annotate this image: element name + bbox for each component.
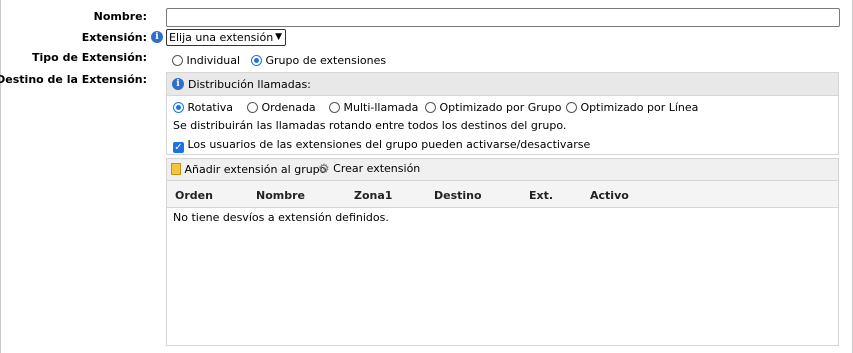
destino-extension-label: Destino de la Extensión: [0,73,147,86]
add-extension-button[interactable]: Añadir extensión al grupo [171,163,326,176]
radio-grupo-label: Grupo de extensiones [265,54,387,67]
radio-multillamada-label: Multi-llamada [343,101,419,114]
tipo-extension-label: Tipo de Extensión: [32,51,147,64]
distribution-panel-header: i Distribución llamadas: [167,73,838,96]
grid-header: Orden Nombre Zona1 Destino Ext. Activo [167,181,838,208]
checkmark-icon[interactable]: ✓ [173,142,184,153]
frame-left-border [0,0,1,353]
column-header-ext[interactable]: Ext. [529,189,553,202]
extensions-grid: Añadir extensión al grupo ⚙ Crear extens… [166,158,839,346]
grid-toolbar: Añadir extensión al grupo ⚙ Crear extens… [167,159,838,181]
nombre-input[interactable] [166,8,840,27]
radio-rotativa-button[interactable] [173,102,184,113]
distribution-title: Distribución llamadas: [188,78,311,91]
radio-ordenada-label: Ordenada [261,101,316,114]
add-extension-label: Añadir extensión al grupo [184,163,327,176]
nombre-label: Nombre: [93,10,147,23]
create-extension-button[interactable]: ⚙ Crear extensión [318,162,420,177]
gear-icon: ⚙ [318,162,330,177]
activation-checkbox-row[interactable]: ✓ Los usuarios de las extensiones del gr… [173,138,590,153]
radio-grupo[interactable]: Grupo de extensiones [251,54,386,67]
extension-select[interactable]: Elija una extensión ▼ [166,29,286,46]
radio-individual[interactable]: Individual [172,54,240,67]
radio-individual-label: Individual [186,54,241,67]
radio-multillamada-button[interactable] [329,102,340,113]
activation-checkbox-label: Los usuarios de las extensiones del grup… [187,138,591,151]
column-header-nombre[interactable]: Nombre [256,189,305,202]
radio-optimizado-grupo-label: Optimizado por Grupo [439,101,562,114]
column-header-zona1[interactable]: Zona1 [354,189,392,202]
radio-optimizado-grupo-button[interactable] [425,102,436,113]
column-header-activo[interactable]: Activo [590,189,629,202]
radio-optimizado-linea-label: Optimizado por Línea [580,101,699,114]
extension-select-value: Elija una extensión [169,31,274,44]
column-header-orden[interactable]: Orden [175,189,213,202]
empty-table-message: No tiene desvíos a extensión definidos. [173,211,389,224]
column-header-destino[interactable]: Destino [434,189,482,202]
radio-optimizado-linea[interactable]: Optimizado por Línea [566,101,698,114]
info-icon: i [172,78,184,90]
radio-ordenada-button[interactable] [247,102,258,113]
radio-rotativa-label: Rotativa [187,101,234,114]
distribution-panel: i Distribución llamadas: Rotativa Ordena… [166,72,839,155]
radio-rotativa[interactable]: Rotativa [173,101,233,114]
radio-individual-button[interactable] [172,55,183,66]
radio-grupo-button[interactable] [251,55,262,66]
distribution-description: Se distribuirán las llamadas rotando ent… [173,119,567,132]
radio-optimizado-grupo[interactable]: Optimizado por Grupo [425,101,561,114]
chevron-down-icon: ▼ [275,32,282,42]
radio-ordenada[interactable]: Ordenada [247,101,316,114]
document-add-icon [171,163,181,175]
extension-label: Extensión: [81,31,147,44]
radio-optimizado-linea-button[interactable] [566,102,577,113]
create-extension-label: Crear extensión [333,162,421,175]
radio-multillamada[interactable]: Multi-llamada [329,101,418,114]
info-icon[interactable]: i [151,31,163,43]
